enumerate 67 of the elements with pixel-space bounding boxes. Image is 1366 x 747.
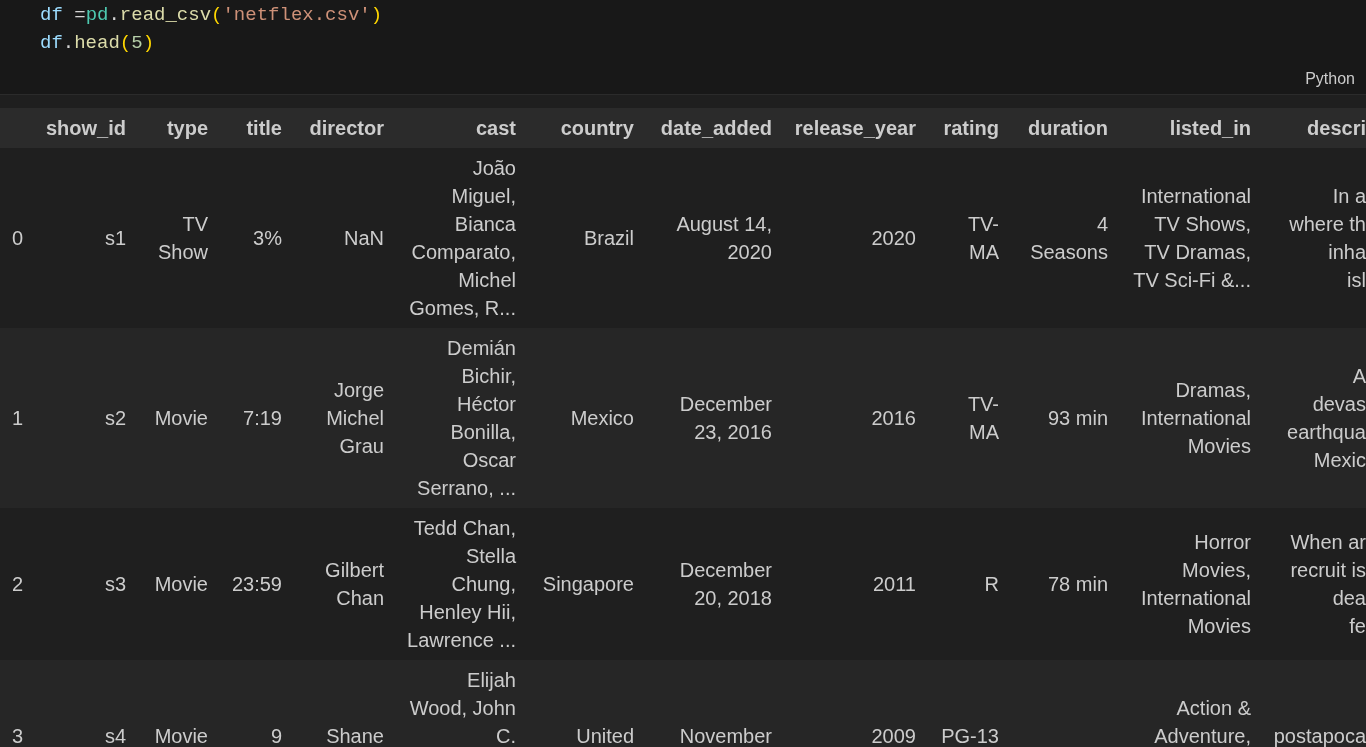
table-cell: PG-13	[926, 660, 1009, 747]
column-header: duration	[1009, 108, 1118, 148]
table-cell: Movie	[136, 508, 218, 660]
column-header: type	[136, 108, 218, 148]
table-cell: A devas earthqua Mexic	[1261, 328, 1366, 508]
table-cell: 2009	[782, 660, 926, 747]
row-index: 0	[0, 148, 36, 328]
table-cell: 2016	[782, 328, 926, 508]
table-cell: 78 min	[1009, 508, 1118, 660]
table-cell: s2	[36, 328, 136, 508]
table-cell: December 23, 2016	[644, 328, 782, 508]
table-cell: s4	[36, 660, 136, 747]
column-header: listed_in	[1118, 108, 1261, 148]
table-cell: December 20, 2018	[644, 508, 782, 660]
table-cell: Shane	[292, 660, 394, 747]
code-cell[interactable]: df =pd.read_csv('netflex.csv') df.head(5) Python	[0, 0, 1366, 95]
table-cell: 2020	[782, 148, 926, 328]
table-cell: Dramas, International Movies	[1118, 328, 1261, 508]
table-cell: United	[526, 660, 644, 747]
table-cell: Mexico	[526, 328, 644, 508]
column-header: show_id	[36, 108, 136, 148]
table-cell: When ar recruit is dea fe	[1261, 508, 1366, 660]
table-cell: Jorge Michel Grau	[292, 328, 394, 508]
row-index: 3	[0, 660, 36, 747]
table-cell: Movie	[136, 328, 218, 508]
column-header: rating	[926, 108, 1009, 148]
code-line: df.head(5)	[39, 31, 156, 56]
table-cell: In a where th inha isl	[1261, 148, 1366, 328]
language-label[interactable]: Python	[1305, 67, 1355, 91]
table-cell: Horror Movies, International Movies	[1118, 508, 1261, 660]
table-cell: R	[926, 508, 1009, 660]
table-cell: Elijah Wood, John C.	[394, 660, 526, 747]
table-cell: Brazil	[526, 148, 644, 328]
table-cell: November	[644, 660, 782, 747]
table-cell: Demián Bichir, Héctor Bonilla, Oscar Serrano, ...	[394, 328, 526, 508]
table-cell: TV-MA	[926, 148, 1009, 328]
table-cell: Action & Adventure,	[1118, 660, 1261, 747]
table-cell: Gilbert Chan	[292, 508, 394, 660]
column-header: cast	[394, 108, 526, 148]
column-header: release_year	[782, 108, 926, 148]
table-cell: 23:59	[218, 508, 292, 660]
row-index: 1	[0, 328, 36, 508]
table-cell: s1	[36, 148, 136, 328]
table-cell: 7:19	[218, 328, 292, 508]
column-header: title	[218, 108, 292, 148]
table-cell: 2011	[782, 508, 926, 660]
table-cell: 9	[218, 660, 292, 747]
table-cell: 93 min	[1009, 328, 1118, 508]
column-header: country	[526, 108, 644, 148]
table-cell: TV Show	[136, 148, 218, 328]
table-cell: s3	[36, 508, 136, 660]
table-cell: Tedd Chan, Stella Chung, Henley Hii, Lawrence ...	[394, 508, 526, 660]
table-cell: International TV Shows, TV Dramas, TV Sci-Fi &...	[1118, 148, 1261, 328]
code-line: df =pd.read_csv('netflex.csv')	[39, 3, 384, 28]
table-cell: August 14, 2020	[644, 148, 782, 328]
table-cell: TV-MA	[926, 328, 1009, 508]
table-cell: Movie	[136, 660, 218, 747]
table-cell: postapoca	[1261, 660, 1366, 747]
table-cell: Singapore	[526, 508, 644, 660]
table-cell: 3%	[218, 148, 292, 328]
table-cell: NaN	[292, 148, 394, 328]
row-index: 2	[0, 508, 36, 660]
column-header: director	[292, 108, 394, 148]
table-cell: João Miguel, Bianca Comparato, Michel Gomes, R...	[394, 148, 526, 328]
column-header: date_added	[644, 108, 782, 148]
table-cell: 4 Seasons	[1009, 148, 1118, 328]
column-header: descri	[1261, 108, 1366, 148]
